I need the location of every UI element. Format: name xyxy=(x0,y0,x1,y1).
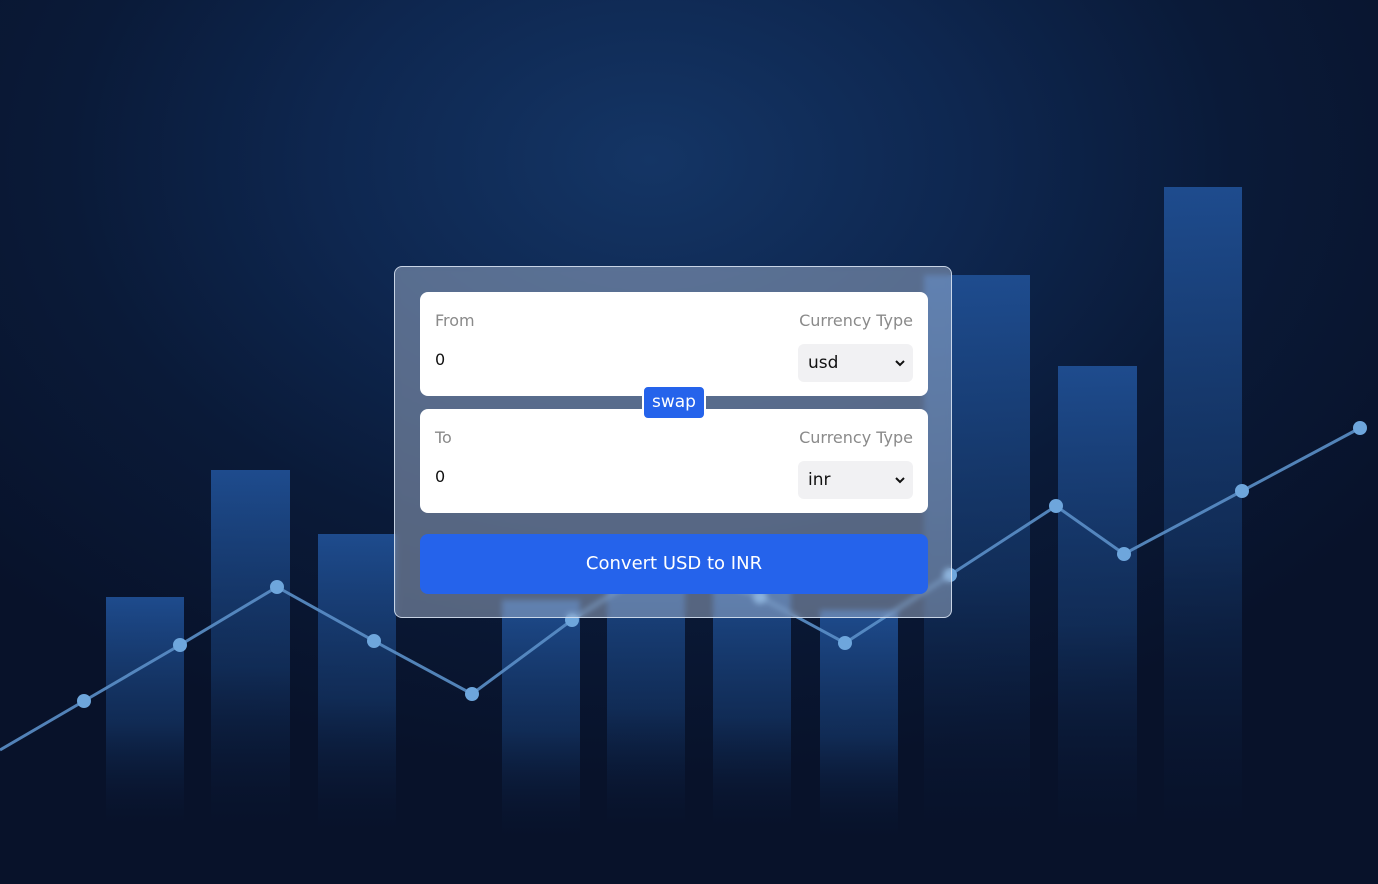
swap-button[interactable]: swap xyxy=(642,385,706,420)
to-currency-type-label: Currency Type xyxy=(799,428,913,447)
from-currency-select[interactable]: usd xyxy=(798,344,913,382)
to-label: To xyxy=(435,428,452,447)
from-label: From xyxy=(435,311,475,330)
to-currency-value: inr xyxy=(808,470,831,490)
from-currency-type-label: Currency Type xyxy=(799,311,913,330)
convert-button[interactable]: Convert USD to INR xyxy=(420,534,928,594)
chevron-down-icon xyxy=(895,477,905,484)
from-section: From Currency Type usd xyxy=(420,292,928,396)
to-currency-select[interactable]: inr xyxy=(798,461,913,499)
from-amount-input[interactable] xyxy=(435,350,735,369)
currency-converter-card: From Currency Type usd To Currency Type … xyxy=(394,266,952,618)
to-amount-input[interactable] xyxy=(435,467,735,486)
from-currency-value: usd xyxy=(808,353,839,373)
to-section: To Currency Type inr xyxy=(420,409,928,513)
chevron-down-icon xyxy=(895,360,905,367)
